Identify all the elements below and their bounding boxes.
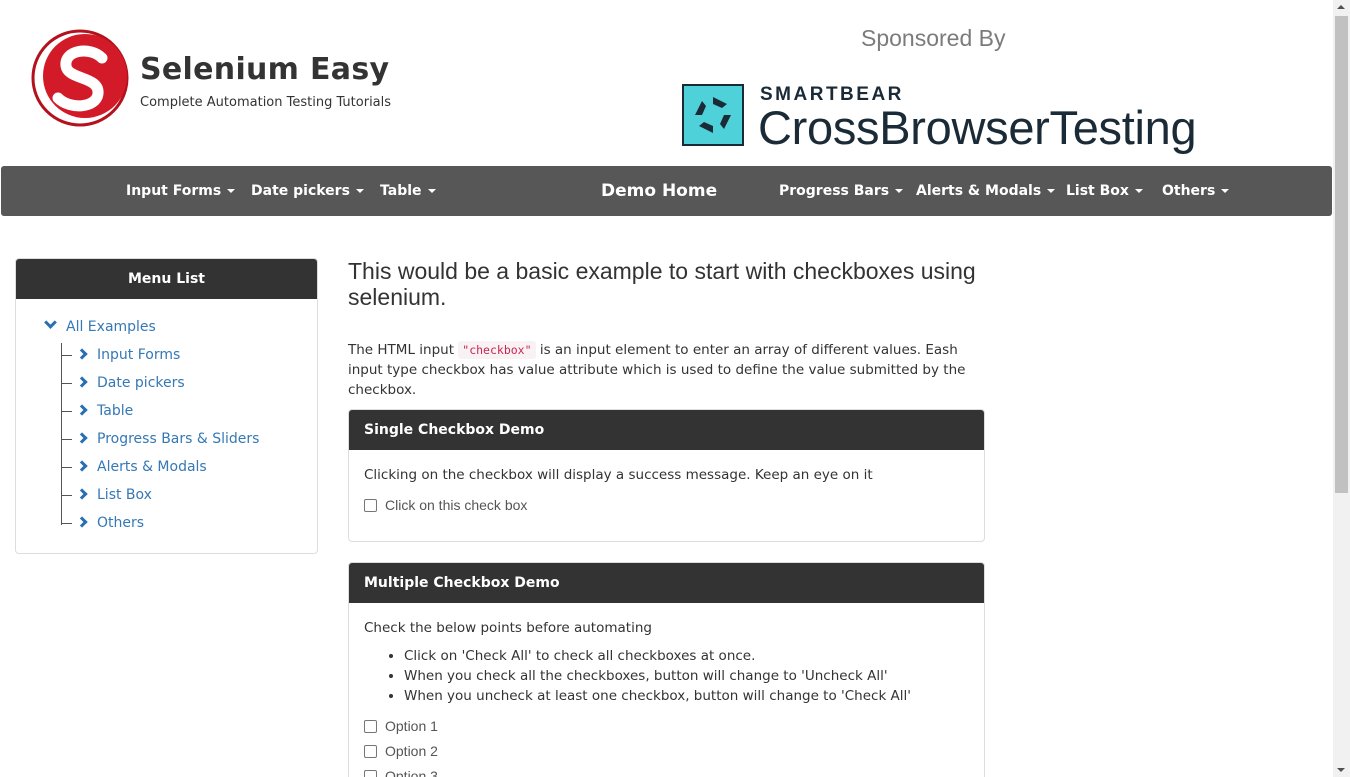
multiple-checkbox-panel: Multiple Checkbox Demo Check the below p… — [348, 562, 985, 777]
caret-down-icon — [1221, 189, 1230, 193]
chevron-down-icon[interactable] — [44, 316, 57, 329]
option-3-checkbox[interactable] — [364, 769, 377, 777]
option-2-label[interactable]: Option 2 — [385, 743, 438, 759]
automation-points-list: Click on 'Check All' to check all checkb… — [404, 646, 969, 706]
sidebar-item-list-box[interactable]: List Box — [62, 487, 152, 515]
caret-down-icon — [355, 189, 364, 193]
caret-down-icon — [427, 189, 436, 193]
nav-alerts-modals[interactable]: Alerts & Modals — [916, 166, 1056, 216]
chevron-right-icon[interactable] — [76, 460, 88, 472]
sidebar-item-others[interactable]: Others — [62, 515, 144, 543]
intro-paragraph: The HTML input "checkbox" is an input el… — [348, 341, 966, 398]
caret-down-icon — [1134, 189, 1143, 193]
multiple-checkbox-heading: Multiple Checkbox Demo — [349, 563, 984, 603]
sidebar-item-date-pickers[interactable]: Date pickers — [62, 375, 185, 403]
brand-title[interactable]: Selenium Easy — [140, 52, 389, 87]
nav-demo-home[interactable]: Demo Home — [601, 166, 717, 216]
option-3-label[interactable]: Option 3 — [385, 768, 438, 777]
scrollbar-thumb[interactable] — [1335, 16, 1348, 493]
sidebar-item-progress-bars-sliders[interactable]: Progress Bars & Sliders — [62, 431, 259, 459]
chevron-right-icon[interactable] — [76, 404, 88, 416]
list-item: When you check all the checkboxes, butto… — [404, 666, 969, 686]
caret-down-icon — [895, 189, 904, 193]
nav-progress-bars[interactable]: Progress Bars — [779, 166, 904, 216]
menu-list-title: Menu List — [16, 259, 317, 299]
chevron-right-icon[interactable] — [76, 348, 88, 360]
chevron-right-icon[interactable] — [76, 516, 88, 528]
caret-down-icon — [1047, 189, 1056, 193]
tree-root-all-examples[interactable]: All Examples — [44, 316, 156, 335]
option-1-label[interactable]: Option 1 — [385, 718, 438, 734]
nav-date-pickers[interactable]: Date pickers — [251, 166, 364, 216]
code-checkbox: "checkbox" — [458, 341, 536, 359]
scroll-down-arrow-icon[interactable] — [1337, 768, 1345, 772]
single-checkbox[interactable] — [364, 498, 377, 512]
nav-others[interactable]: Others — [1162, 166, 1230, 216]
nav-table[interactable]: Table — [380, 166, 436, 216]
scroll-up-arrow-icon[interactable] — [1337, 5, 1345, 9]
list-item: Click on 'Check All' to check all checkb… — [404, 646, 969, 666]
single-checkbox-row[interactable]: Click on this check box — [364, 495, 969, 515]
sidebar-item-table[interactable]: Table — [62, 403, 133, 431]
single-checkbox-heading: Single Checkbox Demo — [349, 410, 984, 450]
caret-down-icon — [227, 189, 236, 193]
multiple-checkbox-description: Check the below points before automating — [364, 620, 652, 636]
sidebar-item-alerts-modals[interactable]: Alerts & Modals — [62, 459, 207, 487]
single-checkbox-description: Clicking on the checkbox will display a … — [364, 467, 873, 483]
menu-list-panel: Menu List All Examples Input Forms Date … — [15, 258, 318, 554]
crossbrowsertesting-text[interactable]: CrossBrowserTesting — [758, 100, 1197, 155]
brand-subtitle: Complete Automation Testing Tutorials — [140, 95, 392, 110]
nav-input-forms[interactable]: Input Forms — [126, 166, 236, 216]
sidebar-item-input-forms[interactable]: Input Forms — [62, 347, 180, 375]
selenium-easy-logo[interactable] — [30, 28, 130, 128]
crossbrowsertesting-logo-icon[interactable] — [682, 84, 744, 146]
sponsored-label: Sponsored By — [861, 25, 1006, 51]
chevron-right-icon[interactable] — [76, 376, 88, 388]
option-2-row[interactable]: Option 2 — [364, 741, 969, 761]
list-item: When you uncheck at least one checkbox, … — [404, 686, 969, 706]
single-checkbox-label[interactable]: Click on this check box — [385, 497, 527, 513]
option-3-row[interactable]: Option 3 — [364, 766, 969, 777]
option-1-checkbox[interactable] — [364, 719, 377, 733]
page-title: This would be a basic example to start w… — [348, 258, 976, 310]
nav-list-box[interactable]: List Box — [1066, 166, 1143, 216]
top-navbar: Input Forms Date pickers Table Demo Home… — [1, 166, 1332, 216]
chevron-right-icon[interactable] — [76, 488, 88, 500]
option-1-row[interactable]: Option 1 — [364, 716, 969, 736]
single-checkbox-panel: Single Checkbox Demo Clicking on the che… — [348, 409, 985, 542]
chevron-right-icon[interactable] — [76, 432, 88, 444]
vertical-scrollbar[interactable] — [1333, 0, 1350, 777]
option-2-checkbox[interactable] — [364, 744, 377, 758]
